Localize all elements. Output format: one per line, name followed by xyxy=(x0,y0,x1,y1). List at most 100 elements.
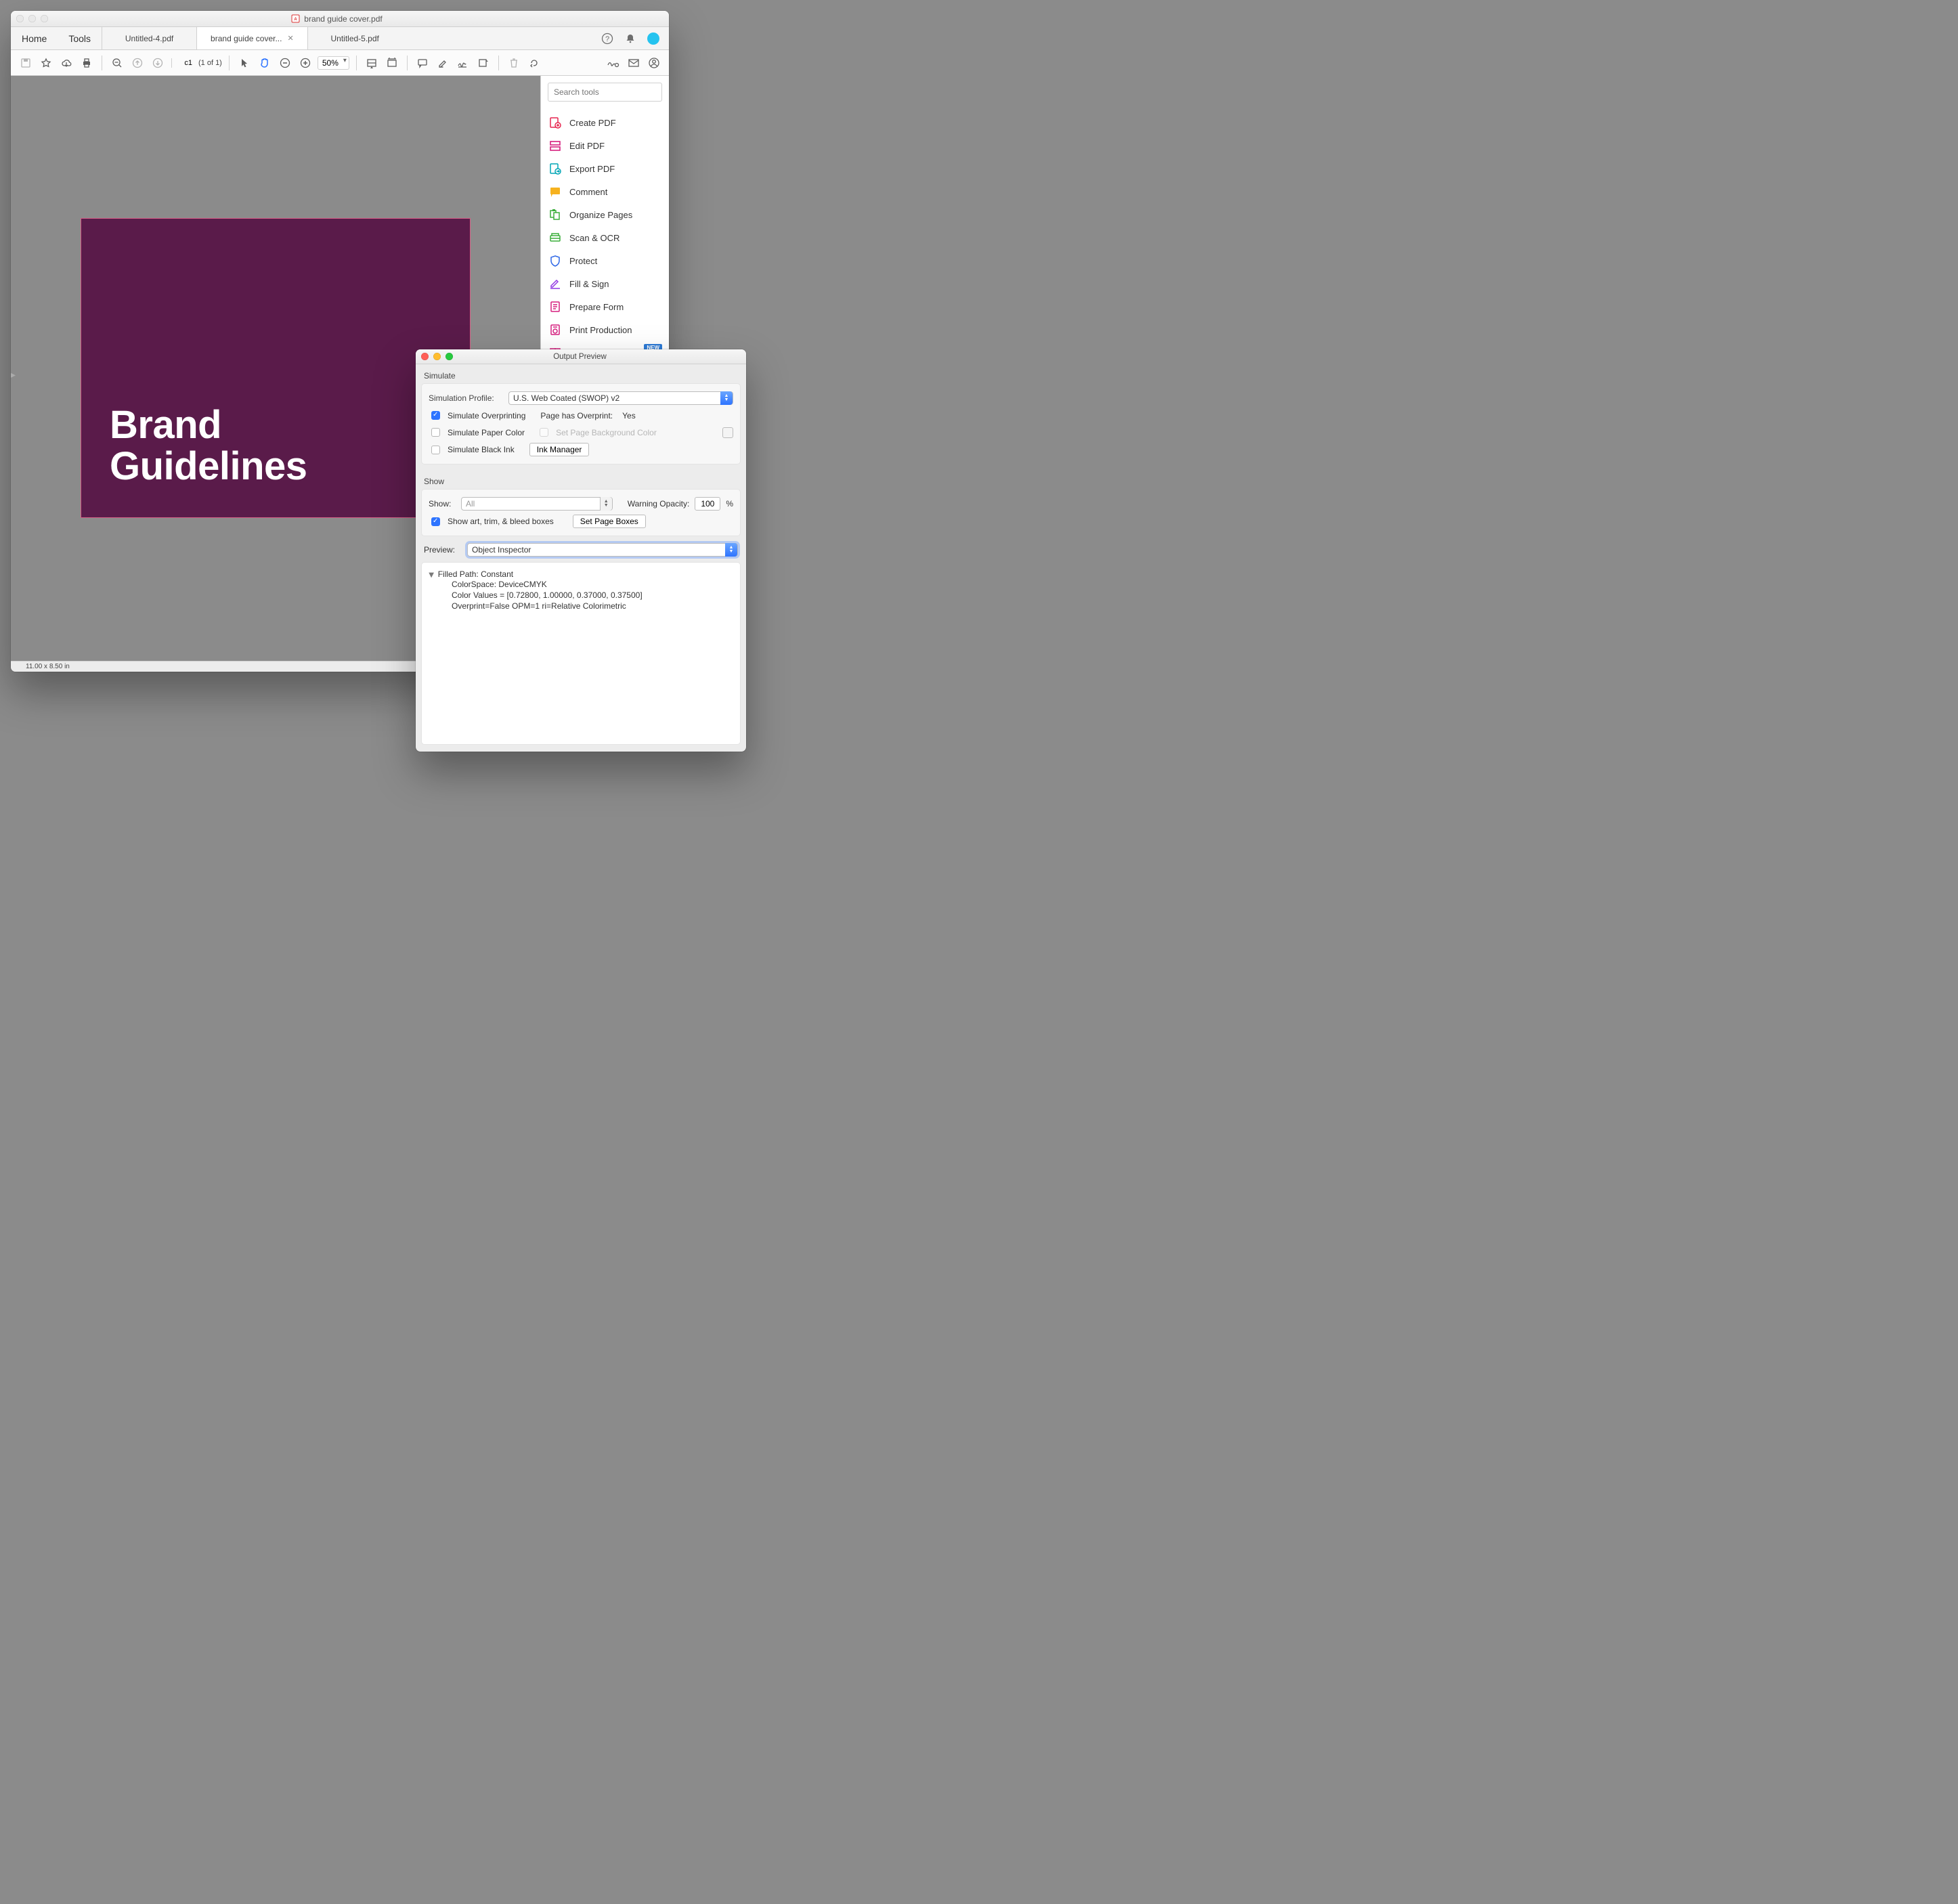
sim-black-label: Simulate Black Ink xyxy=(448,445,515,454)
dialog-close-dot[interactable] xyxy=(421,353,429,360)
tool-scan[interactable]: Scan & OCR xyxy=(548,226,662,249)
zoom-out-circle-icon[interactable] xyxy=(277,55,293,71)
zoom-in-circle-icon[interactable] xyxy=(297,55,313,71)
cloud-icon[interactable] xyxy=(58,55,74,71)
pane-disclose-icon[interactable]: ▸ xyxy=(11,369,20,378)
dialog-traffic-lights[interactable] xyxy=(421,353,453,360)
warn-opacity-field[interactable] xyxy=(695,497,720,511)
warn-opacity-label: Warning Opacity: xyxy=(628,499,690,509)
tool-fill-sign[interactable]: Fill & Sign xyxy=(548,272,662,295)
page-has-overprint-label: Page has Overprint: xyxy=(540,411,613,420)
stamp-icon[interactable] xyxy=(475,55,492,71)
star-icon[interactable] xyxy=(38,55,54,71)
bg-swatch[interactable] xyxy=(722,427,733,438)
sim-overprint-check[interactable] xyxy=(431,411,440,420)
document-page: BrandGuidelines xyxy=(81,218,471,518)
tool-label: Scan & OCR xyxy=(569,233,619,243)
page-total: (1 of 1) xyxy=(198,59,222,67)
sim-overprint-label: Simulate Overprinting xyxy=(448,411,525,420)
hand-tool-icon[interactable] xyxy=(257,55,273,71)
object-inspector-tree[interactable]: ▶Filled Path: Constant ColorSpace: Devic… xyxy=(421,562,741,745)
doc-tab-label: Untitled-5.pdf xyxy=(330,34,378,43)
tool-protect[interactable]: Protect xyxy=(548,249,662,272)
highlight-icon[interactable] xyxy=(435,55,451,71)
help-icon[interactable]: ? xyxy=(601,33,613,45)
show-art-check[interactable] xyxy=(431,517,440,526)
avatar[interactable] xyxy=(647,33,659,45)
min-dot[interactable] xyxy=(28,15,36,22)
profile-select[interactable]: U.S. Web Coated (SWOP) v2▲▼ xyxy=(508,391,733,405)
save-icon[interactable] xyxy=(18,55,34,71)
set-bg-label: Set Page Background Color xyxy=(556,428,657,437)
mail-icon[interactable] xyxy=(626,55,642,71)
show-header: Show xyxy=(416,470,746,489)
tool-label: Export PDF xyxy=(569,164,615,174)
fit-page-icon[interactable] xyxy=(384,55,400,71)
show-art-label: Show art, trim, & bleed boxes xyxy=(448,517,554,526)
max-dot[interactable] xyxy=(41,15,48,22)
sim-paper-check[interactable] xyxy=(431,428,440,437)
tool-label: Protect xyxy=(569,256,597,266)
close-dot[interactable] xyxy=(16,15,24,22)
nav-home[interactable]: Home xyxy=(11,27,58,49)
doc-tab-label: Untitled-4.pdf xyxy=(125,34,173,43)
show-panel: Show: All▲▼ Warning Opacity: % Show art,… xyxy=(421,489,741,536)
search-tools-input[interactable] xyxy=(548,83,662,102)
set-bg-check xyxy=(540,428,548,437)
output-preview-dialog: Output Preview Simulate Simulation Profi… xyxy=(416,349,746,752)
traffic-lights[interactable] xyxy=(16,15,48,22)
set-page-boxes-button[interactable]: Set Page Boxes xyxy=(573,515,646,528)
page-up-icon[interactable] xyxy=(129,55,146,71)
select-tool-icon[interactable] xyxy=(236,55,253,71)
simulate-panel: Simulation Profile: U.S. Web Coated (SWO… xyxy=(421,383,741,464)
trash-icon[interactable] xyxy=(506,55,522,71)
disclosure-icon[interactable]: ▶ xyxy=(427,573,435,578)
svg-text:?: ? xyxy=(605,35,609,43)
toolbar: (1 of 1) 50% xyxy=(11,50,669,76)
profile-icon[interactable] xyxy=(646,55,662,71)
tool-print-production[interactable]: Print Production xyxy=(548,318,662,341)
signature-icon[interactable] xyxy=(605,55,622,71)
dialog-titlebar: Output Preview xyxy=(416,349,746,364)
ink-manager-button[interactable]: Ink Manager xyxy=(529,443,590,456)
page-current-field[interactable] xyxy=(179,58,194,68)
preview-select[interactable]: Object Inspector▲▼ xyxy=(467,543,738,557)
tool-comment[interactable]: Comment xyxy=(548,180,662,203)
pdf-icon: A xyxy=(291,14,300,23)
dialog-max-dot[interactable] xyxy=(445,353,453,360)
tool-create-pdf[interactable]: Create PDF xyxy=(548,111,662,134)
dialog-min-dot[interactable] xyxy=(433,353,441,360)
page-title: BrandGuidelines xyxy=(110,405,307,488)
close-icon[interactable]: ✕ xyxy=(287,34,293,43)
page-down-icon[interactable] xyxy=(150,55,166,71)
doc-tab-label: brand guide cover... xyxy=(211,34,282,43)
window-title: A brand guide cover.pdf xyxy=(53,14,621,24)
comment-icon[interactable] xyxy=(414,55,431,71)
tool-label: Print Production xyxy=(569,325,632,335)
doc-tab-1[interactable]: brand guide cover... ✕ xyxy=(196,27,307,49)
tool-export-pdf[interactable]: Export PDF xyxy=(548,157,662,180)
doc-tab-0[interactable]: Untitled-4.pdf xyxy=(102,27,196,49)
zoom-select[interactable]: 50% xyxy=(318,56,349,70)
tree-head: Filled Path: Constant xyxy=(438,569,513,579)
rotate-icon[interactable] xyxy=(526,55,542,71)
sim-black-check[interactable] xyxy=(431,446,440,454)
tool-organize[interactable]: Organize Pages xyxy=(548,203,662,226)
tree-colorspace: ColorSpace: DeviceCMYK xyxy=(429,579,733,590)
tool-prepare-form[interactable]: Prepare Form xyxy=(548,295,662,318)
simulate-header: Simulate xyxy=(416,364,746,383)
tool-label: Create PDF xyxy=(569,118,616,128)
nav-tools[interactable]: Tools xyxy=(58,27,102,49)
print-icon[interactable] xyxy=(79,55,95,71)
doc-tab-2[interactable]: Untitled-5.pdf xyxy=(307,27,402,49)
show-select[interactable]: All▲▼ xyxy=(461,497,613,511)
tree-values: Color Values = [0.72800, 1.00000, 0.3700… xyxy=(429,590,733,601)
tool-label: Comment xyxy=(569,187,607,197)
tool-label: Edit PDF xyxy=(569,141,605,151)
bell-icon[interactable] xyxy=(624,33,636,45)
fit-width-icon[interactable] xyxy=(364,55,380,71)
sign-icon[interactable] xyxy=(455,55,471,71)
zoom-out-icon[interactable] xyxy=(109,55,125,71)
zoom-dropdown[interactable]: 50% xyxy=(318,56,349,70)
tool-edit-pdf[interactable]: Edit PDF xyxy=(548,134,662,157)
